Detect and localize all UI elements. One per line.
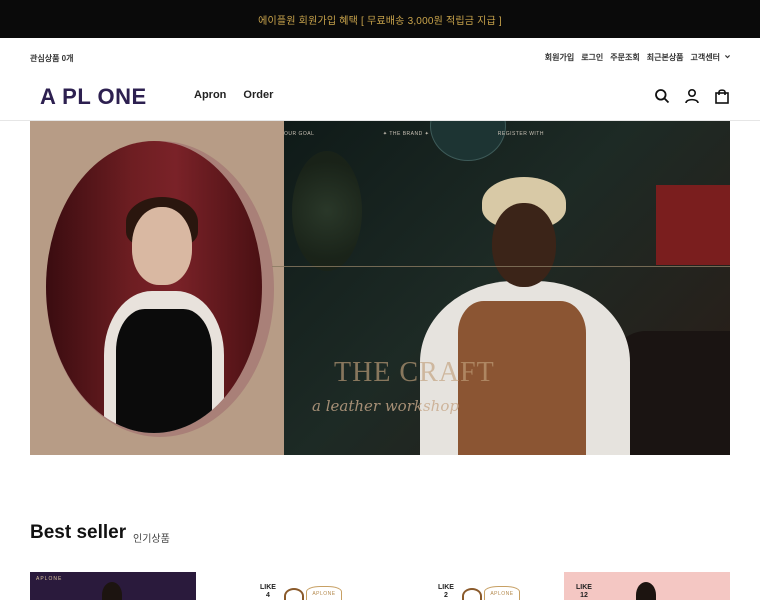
wishlist-count[interactable]: 관심상품 0개: [30, 53, 73, 64]
chevron-down-icon[interactable]: [724, 53, 731, 62]
nav-item-order[interactable]: Order: [243, 89, 273, 101]
product-brand: APLONE: [484, 586, 520, 600]
signup-link[interactable]: 회원가입: [545, 52, 574, 63]
product-image[interactable]: [636, 582, 656, 600]
woman-apron: [116, 309, 212, 433]
hero-plant: [292, 151, 362, 271]
hero-divider-line: [272, 266, 730, 267]
product-list: APLONE LIKE 4 APLONE LIKE 2 APLONE LIKE 12: [30, 572, 730, 600]
like-label: LIKE: [576, 584, 592, 591]
like-badge[interactable]: LIKE 4: [260, 584, 276, 600]
customer-center-link[interactable]: 고객센터: [691, 52, 720, 63]
like-badge[interactable]: LIKE 2: [438, 584, 454, 600]
bag-icon[interactable]: [714, 88, 730, 104]
utility-links: 회원가입 로그인 주문조회 최근본상품 고객센터: [545, 52, 731, 63]
hero-tab-goal[interactable]: OUR GOAL: [284, 131, 314, 137]
like-count: 4: [266, 592, 270, 599]
product-brand: APLONE: [36, 576, 63, 582]
product-brand: APLONE: [306, 586, 342, 600]
hero-tab-brand[interactable]: ✦ THE BRAND ✦: [383, 131, 429, 137]
like-label: LIKE: [438, 584, 454, 591]
hero-portrait-woman: [46, 141, 262, 433]
product-image[interactable]: [462, 588, 482, 600]
main-nav: Apron Order: [194, 89, 273, 101]
nav-item-apron[interactable]: Apron: [194, 89, 226, 101]
like-count: 2: [444, 592, 448, 599]
product-card[interactable]: LIKE 4 APLONE: [208, 572, 374, 600]
like-count: 12: [580, 592, 588, 599]
promo-bar[interactable]: 에이플원 회원가입 혜택 [ 무료배송 3,000원 적립금 지급 ]: [0, 0, 760, 38]
utility-bar: 관심상품 0개 회원가입 로그인 주문조회 최근본상품 고객센터: [0, 38, 760, 76]
best-seller-subtitle: 인기상품: [133, 534, 170, 545]
woman-head: [132, 207, 192, 285]
site-header: A PL ONE Apron Order: [0, 76, 760, 121]
hero-title: THE CRAFT: [334, 357, 495, 388]
user-icon[interactable]: [684, 88, 700, 104]
site-logo[interactable]: A PL ONE: [40, 84, 147, 110]
product-image[interactable]: [284, 588, 304, 600]
product-image[interactable]: [102, 582, 122, 600]
order-lookup-link[interactable]: 주문조회: [610, 52, 639, 63]
search-icon[interactable]: [654, 88, 670, 104]
product-card[interactable]: LIKE 2 APLONE: [386, 572, 552, 600]
promo-text[interactable]: 에이플원 회원가입 혜택 [ 무료배송 3,000원 적립금 지급 ]: [258, 12, 502, 27]
like-label: LIKE: [260, 584, 276, 591]
product-card[interactable]: APLONE: [30, 572, 196, 600]
hero-tabs: OUR GOAL ✦ THE BRAND ✦ REGISTER WITH: [284, 131, 544, 137]
hero-subtitle: a leather workshop: [312, 397, 459, 415]
product-card[interactable]: LIKE 12: [564, 572, 730, 600]
login-link[interactable]: 로그인: [581, 52, 603, 63]
recent-viewed-link[interactable]: 최근본상품: [647, 52, 684, 63]
man-head: [492, 203, 556, 287]
best-seller-title: Best seller: [30, 522, 127, 543]
header-icons: [654, 88, 730, 104]
hero-cabinet: [656, 185, 730, 265]
hero-banner[interactable]: OUR GOAL ✦ THE BRAND ✦ REGISTER WITH THE…: [30, 121, 730, 455]
hero-tab-register[interactable]: REGISTER WITH: [498, 131, 544, 137]
like-badge[interactable]: LIKE 12: [576, 584, 592, 600]
